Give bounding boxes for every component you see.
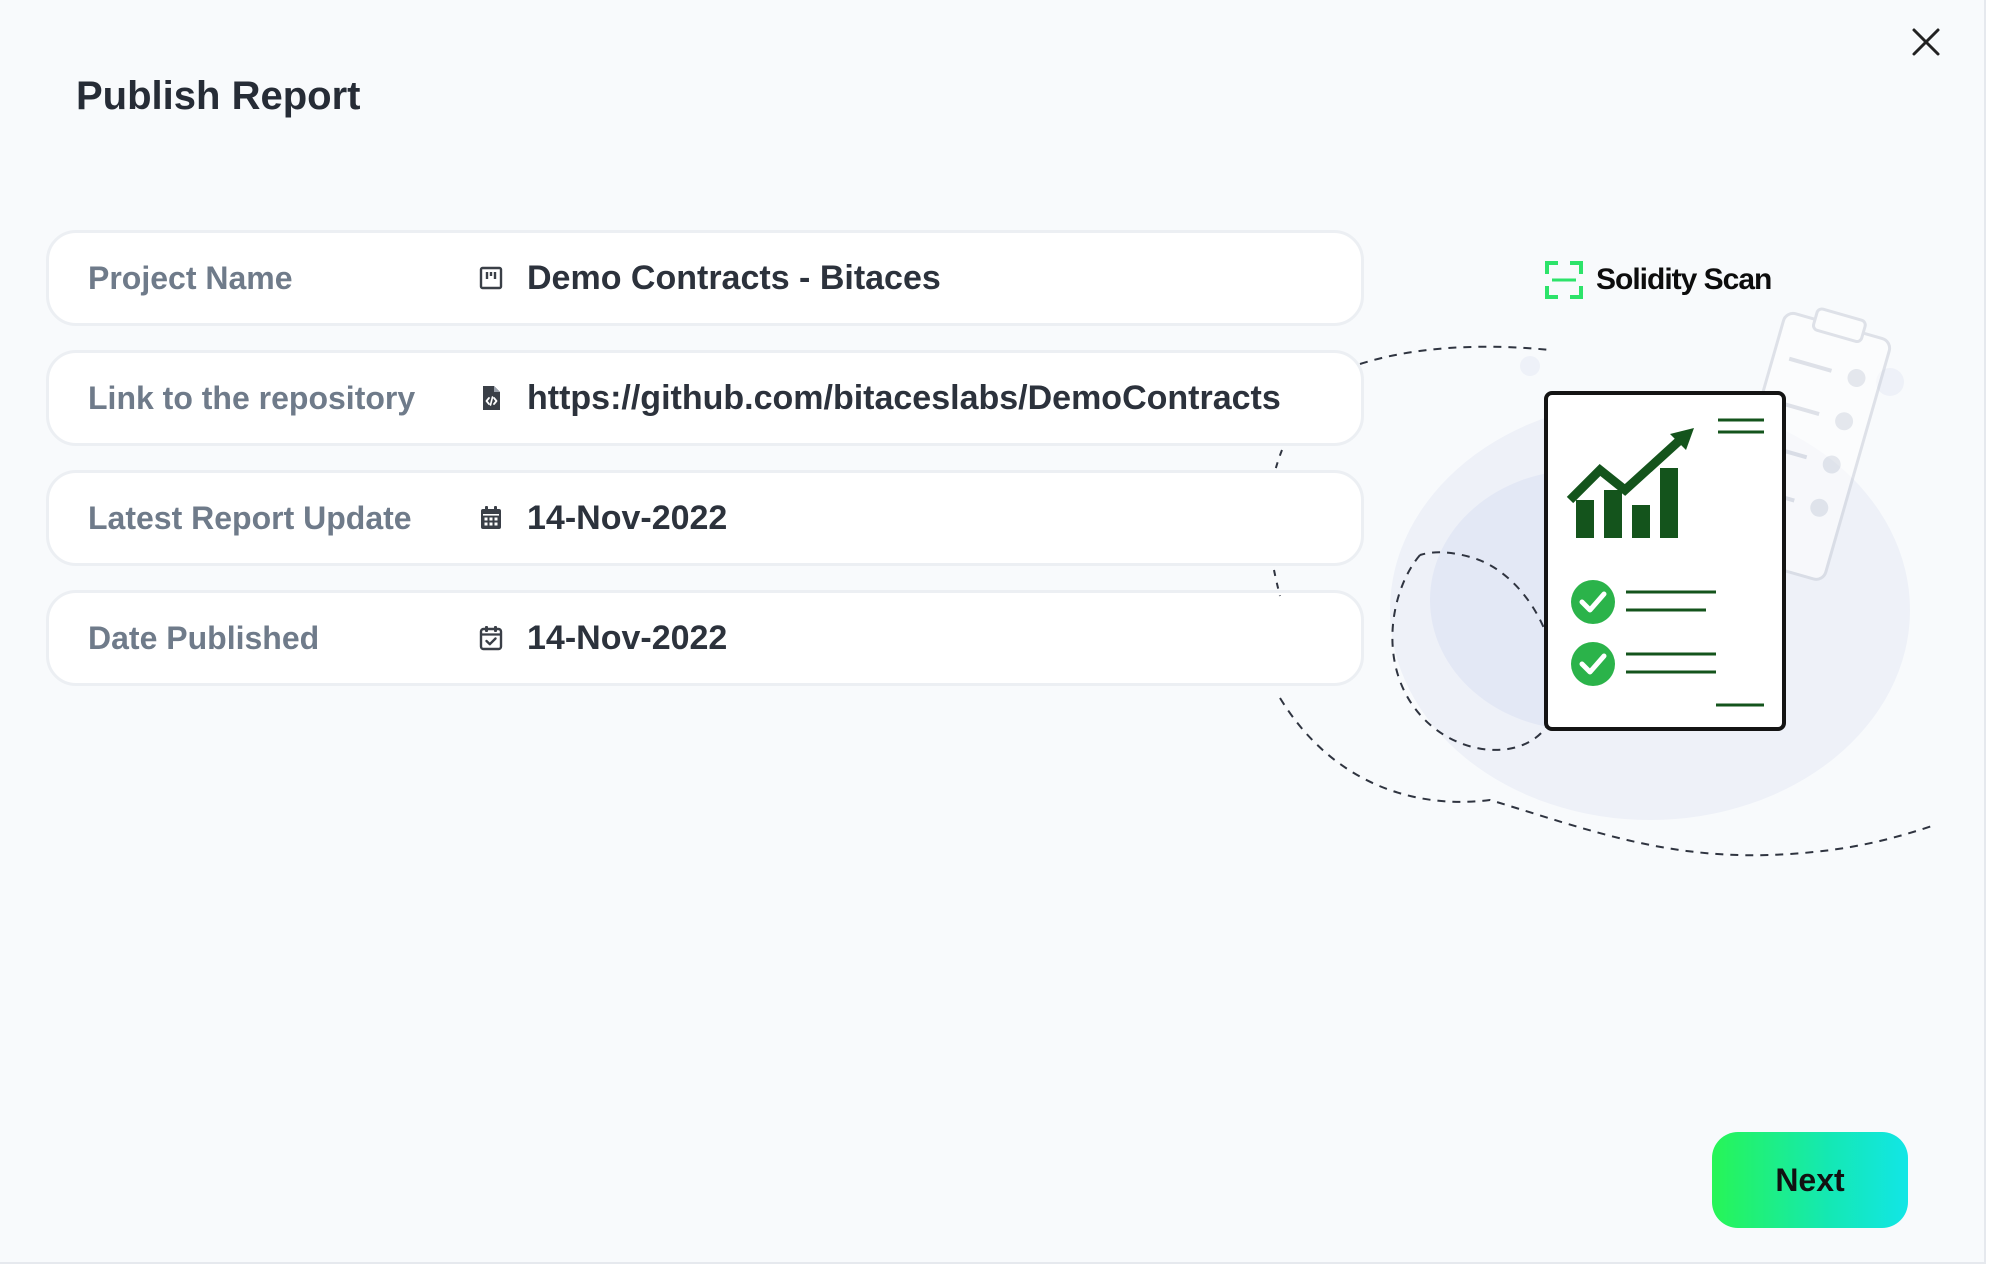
dashed-curve bbox=[1273, 569, 1281, 597]
calendar-icon bbox=[481, 506, 501, 529]
report-illustration bbox=[1273, 307, 1936, 857]
repository-link-row: Link to the repository https://github.co… bbox=[46, 350, 1364, 446]
close-button[interactable] bbox=[1906, 22, 1946, 62]
calendar-check-icon bbox=[479, 626, 503, 651]
latest-report-update-value: 14-Nov-2022 bbox=[527, 499, 728, 537]
project-name-value: Demo Contracts - Bitaces bbox=[527, 259, 941, 297]
latest-report-update-row: Latest Report Update 14-Nov-2022 bbox=[46, 470, 1364, 566]
check-circle-icon bbox=[1571, 642, 1615, 686]
date-published-value: 14-Nov-2022 bbox=[527, 619, 728, 657]
project-name-row: Project Name Demo Contracts - Bitaces bbox=[46, 230, 1364, 326]
code-file-icon bbox=[483, 386, 500, 410]
repository-link[interactable]: https://github.com/bitaceslabs/DemoContr… bbox=[527, 353, 1281, 443]
report-document-icon bbox=[1544, 391, 1786, 731]
background-dot-small bbox=[1520, 356, 1540, 376]
date-published-label: Date Published bbox=[88, 620, 320, 656]
close-icon bbox=[1912, 28, 1940, 56]
modal-title: Publish Report bbox=[76, 74, 361, 118]
date-published-row: Date Published 14-Nov-2022 bbox=[46, 590, 1364, 686]
repository-link-label: Link to the repository bbox=[88, 380, 416, 416]
latest-report-update-label: Latest Report Update bbox=[88, 500, 412, 536]
dashed-curve bbox=[1273, 449, 1283, 475]
check-circle-icon bbox=[1571, 580, 1615, 624]
project-name-label: Project Name bbox=[88, 260, 293, 296]
project-icon bbox=[479, 266, 503, 290]
publish-report-modal: Publish Report Project Name Demo Contrac… bbox=[0, 0, 1986, 1264]
next-button[interactable]: Next bbox=[1712, 1132, 1908, 1228]
